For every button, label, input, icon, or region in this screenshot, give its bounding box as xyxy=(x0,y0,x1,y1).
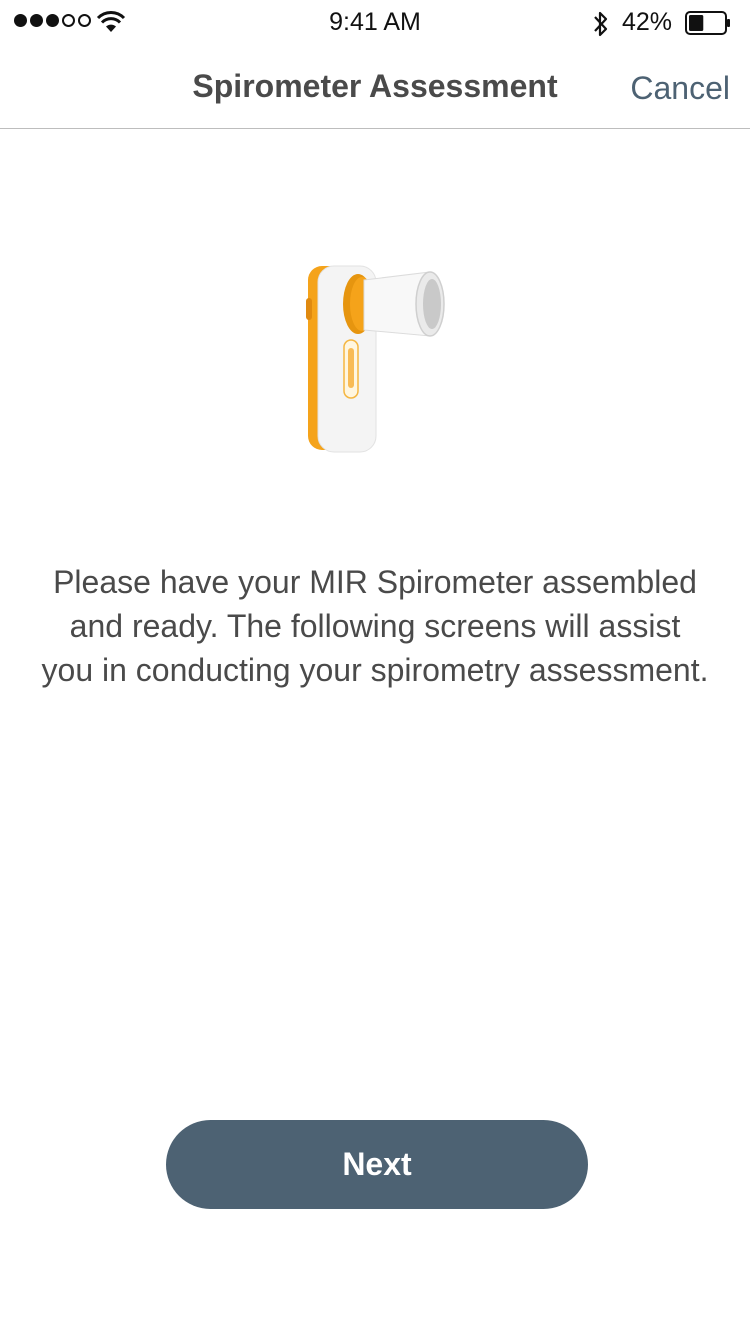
battery-percentage: 42% xyxy=(622,8,673,36)
instruction-text: Please have your MIR Spirometer assemble… xyxy=(41,564,709,688)
battery-icon xyxy=(685,11,730,35)
spirometer-device-image xyxy=(306,265,445,453)
status-bar: 9:41 AM 42% xyxy=(0,0,750,44)
navigation-bar: Spirometer Assessment Cancel xyxy=(0,44,750,129)
cancel-button[interactable]: Cancel xyxy=(630,70,730,107)
spirometer-assessment-screen: 9:41 AM 42% Spirometer Assessment Cancel xyxy=(0,0,750,1334)
next-button[interactable]: Next xyxy=(166,1120,588,1209)
bluetooth-icon xyxy=(594,11,608,37)
